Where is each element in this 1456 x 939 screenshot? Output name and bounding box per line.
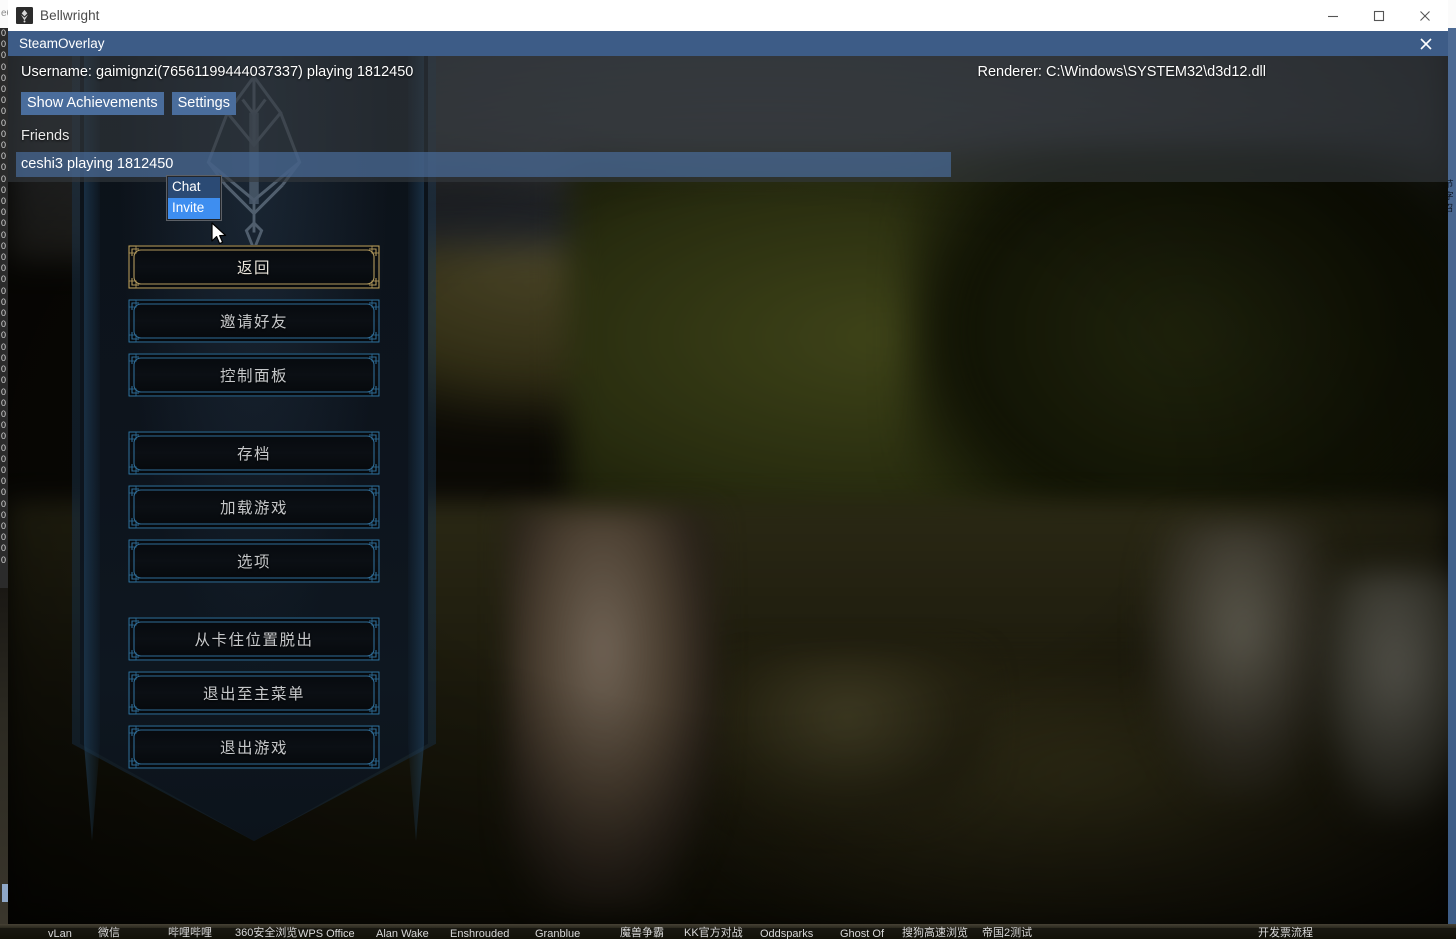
taskbar-item-11[interactable]: Ghost Of <box>840 928 884 939</box>
taskbar-item-12[interactable]: 搜狗高速浏览 <box>902 924 968 939</box>
maximize-button[interactable] <box>1356 0 1402 31</box>
close-icon <box>1420 10 1430 21</box>
window-title: Bellwright <box>40 8 100 23</box>
bellwright-game-window: 返回邀请好友控制面板存档加载游戏选项从卡住位置脱出 退出至主菜单 退出游戏 Bell… <box>8 0 1448 924</box>
close-button[interactable] <box>1402 0 1448 31</box>
menu-button-2[interactable]: 控制面板 <box>128 353 380 397</box>
taskbar-item-14[interactable]: 开发票流程 <box>1258 924 1313 939</box>
friends-section-label: Friends <box>21 128 70 144</box>
friend-list-item-label: ceshi3 playing 1812450 <box>21 156 174 172</box>
taskbar-item-9[interactable]: KK官方对战 <box>684 924 743 939</box>
steam-overlay-titlebar[interactable]: SteamOverlay <box>8 31 1448 56</box>
steam-renderer-line: Renderer: C:\Windows\SYSTEM32\d3d12.dll <box>977 64 1266 80</box>
minimize-button[interactable] <box>1310 0 1356 31</box>
screen-root: e6 000 000 000 000 000 000 000 000 000 0… <box>0 0 1456 939</box>
mouse-cursor-icon <box>211 222 227 245</box>
windows-taskbar[interactable]: vLan 微信 哔哩哔哩 360安全浏览 WPS Office Alan Wake Ensh… <box>0 924 1456 939</box>
context-menu-item-invite[interactable]: Invite <box>168 198 220 219</box>
taskbar-item-13[interactable]: 帝国2测试 <box>982 924 1032 939</box>
context-menu-item-chat[interactable]: Chat <box>168 177 220 198</box>
taskbar-item-8[interactable]: 魔兽争霸 <box>620 924 664 939</box>
window-controls <box>1310 0 1448 31</box>
taskbar-item-10[interactable]: Oddsparks <box>760 928 813 939</box>
menu-button-label: 退出至主菜单 <box>202 686 305 703</box>
taskbar-item-1[interactable]: 微信 <box>98 924 120 939</box>
steam-overlay-close-button[interactable] <box>1412 31 1440 56</box>
menu-button-1[interactable]: 邀请好友 <box>128 299 380 343</box>
menu-button-7[interactable]: 退出至主菜单 <box>128 671 380 715</box>
show-achievements-button[interactable]: Show Achievements <box>21 92 164 115</box>
menu-button-8[interactable]: 退出游戏 <box>128 725 380 769</box>
maximize-icon <box>1373 10 1385 21</box>
friend-context-menu: Chat Invite <box>166 175 222 221</box>
window-titlebar[interactable]: Bellwright <box>8 0 1448 32</box>
minimize-icon <box>1328 15 1338 17</box>
bell-app-icon <box>16 7 33 24</box>
menu-button-label: 控制面板 <box>219 368 288 385</box>
menu-button-0[interactable]: 返回 <box>128 245 380 289</box>
close-icon <box>1420 37 1432 50</box>
menu-button-label: 退出游戏 <box>219 740 288 757</box>
menu-button-label: 存档 <box>236 446 271 463</box>
steam-overlay-panel: Username: gaimignzi(76561199444037337) p… <box>8 56 1448 182</box>
taskbar-item-7[interactable]: Granblue <box>535 928 580 939</box>
settings-button[interactable]: Settings <box>171 92 236 115</box>
taskbar-item-2[interactable]: 哔哩哔哩 <box>168 924 212 939</box>
menu-button-label: 邀请好友 <box>219 314 288 331</box>
taskbar-item-3[interactable]: 360安全浏览 <box>235 924 297 939</box>
menu-button-label: 从卡住位置脱出 <box>194 632 314 649</box>
menu-button-label: 加载游戏 <box>219 500 288 517</box>
steam-username-line: Username: gaimignzi(76561199444037337) p… <box>21 64 414 80</box>
menu-button-3[interactable]: 存档 <box>128 431 380 475</box>
menu-button-label: 返回 <box>236 260 271 277</box>
steam-overlay-title: SteamOverlay <box>19 36 105 51</box>
taskbar-item-5[interactable]: Alan Wake <box>376 928 429 939</box>
taskbar-item-6[interactable]: Enshrouded <box>450 928 509 939</box>
taskbar-item-0[interactable]: vLan <box>48 928 72 939</box>
menu-button-4[interactable]: 加载游戏 <box>128 485 380 529</box>
friend-list-item[interactable]: ceshi3 playing 1812450 <box>16 152 951 177</box>
menu-button-5[interactable]: 选项 <box>128 539 380 583</box>
taskbar-item-4[interactable]: WPS Office <box>298 928 355 939</box>
pause-menu-list: 返回邀请好友控制面板存档加载游戏选项从卡住位置脱出 退出至主菜单 退出游戏 <box>128 245 380 779</box>
menu-button-6[interactable]: 从卡住位置脱出 <box>128 617 380 661</box>
steam-overlay-buttons: Show Achievements Settings <box>21 92 236 115</box>
menu-button-label: 选项 <box>236 554 271 571</box>
